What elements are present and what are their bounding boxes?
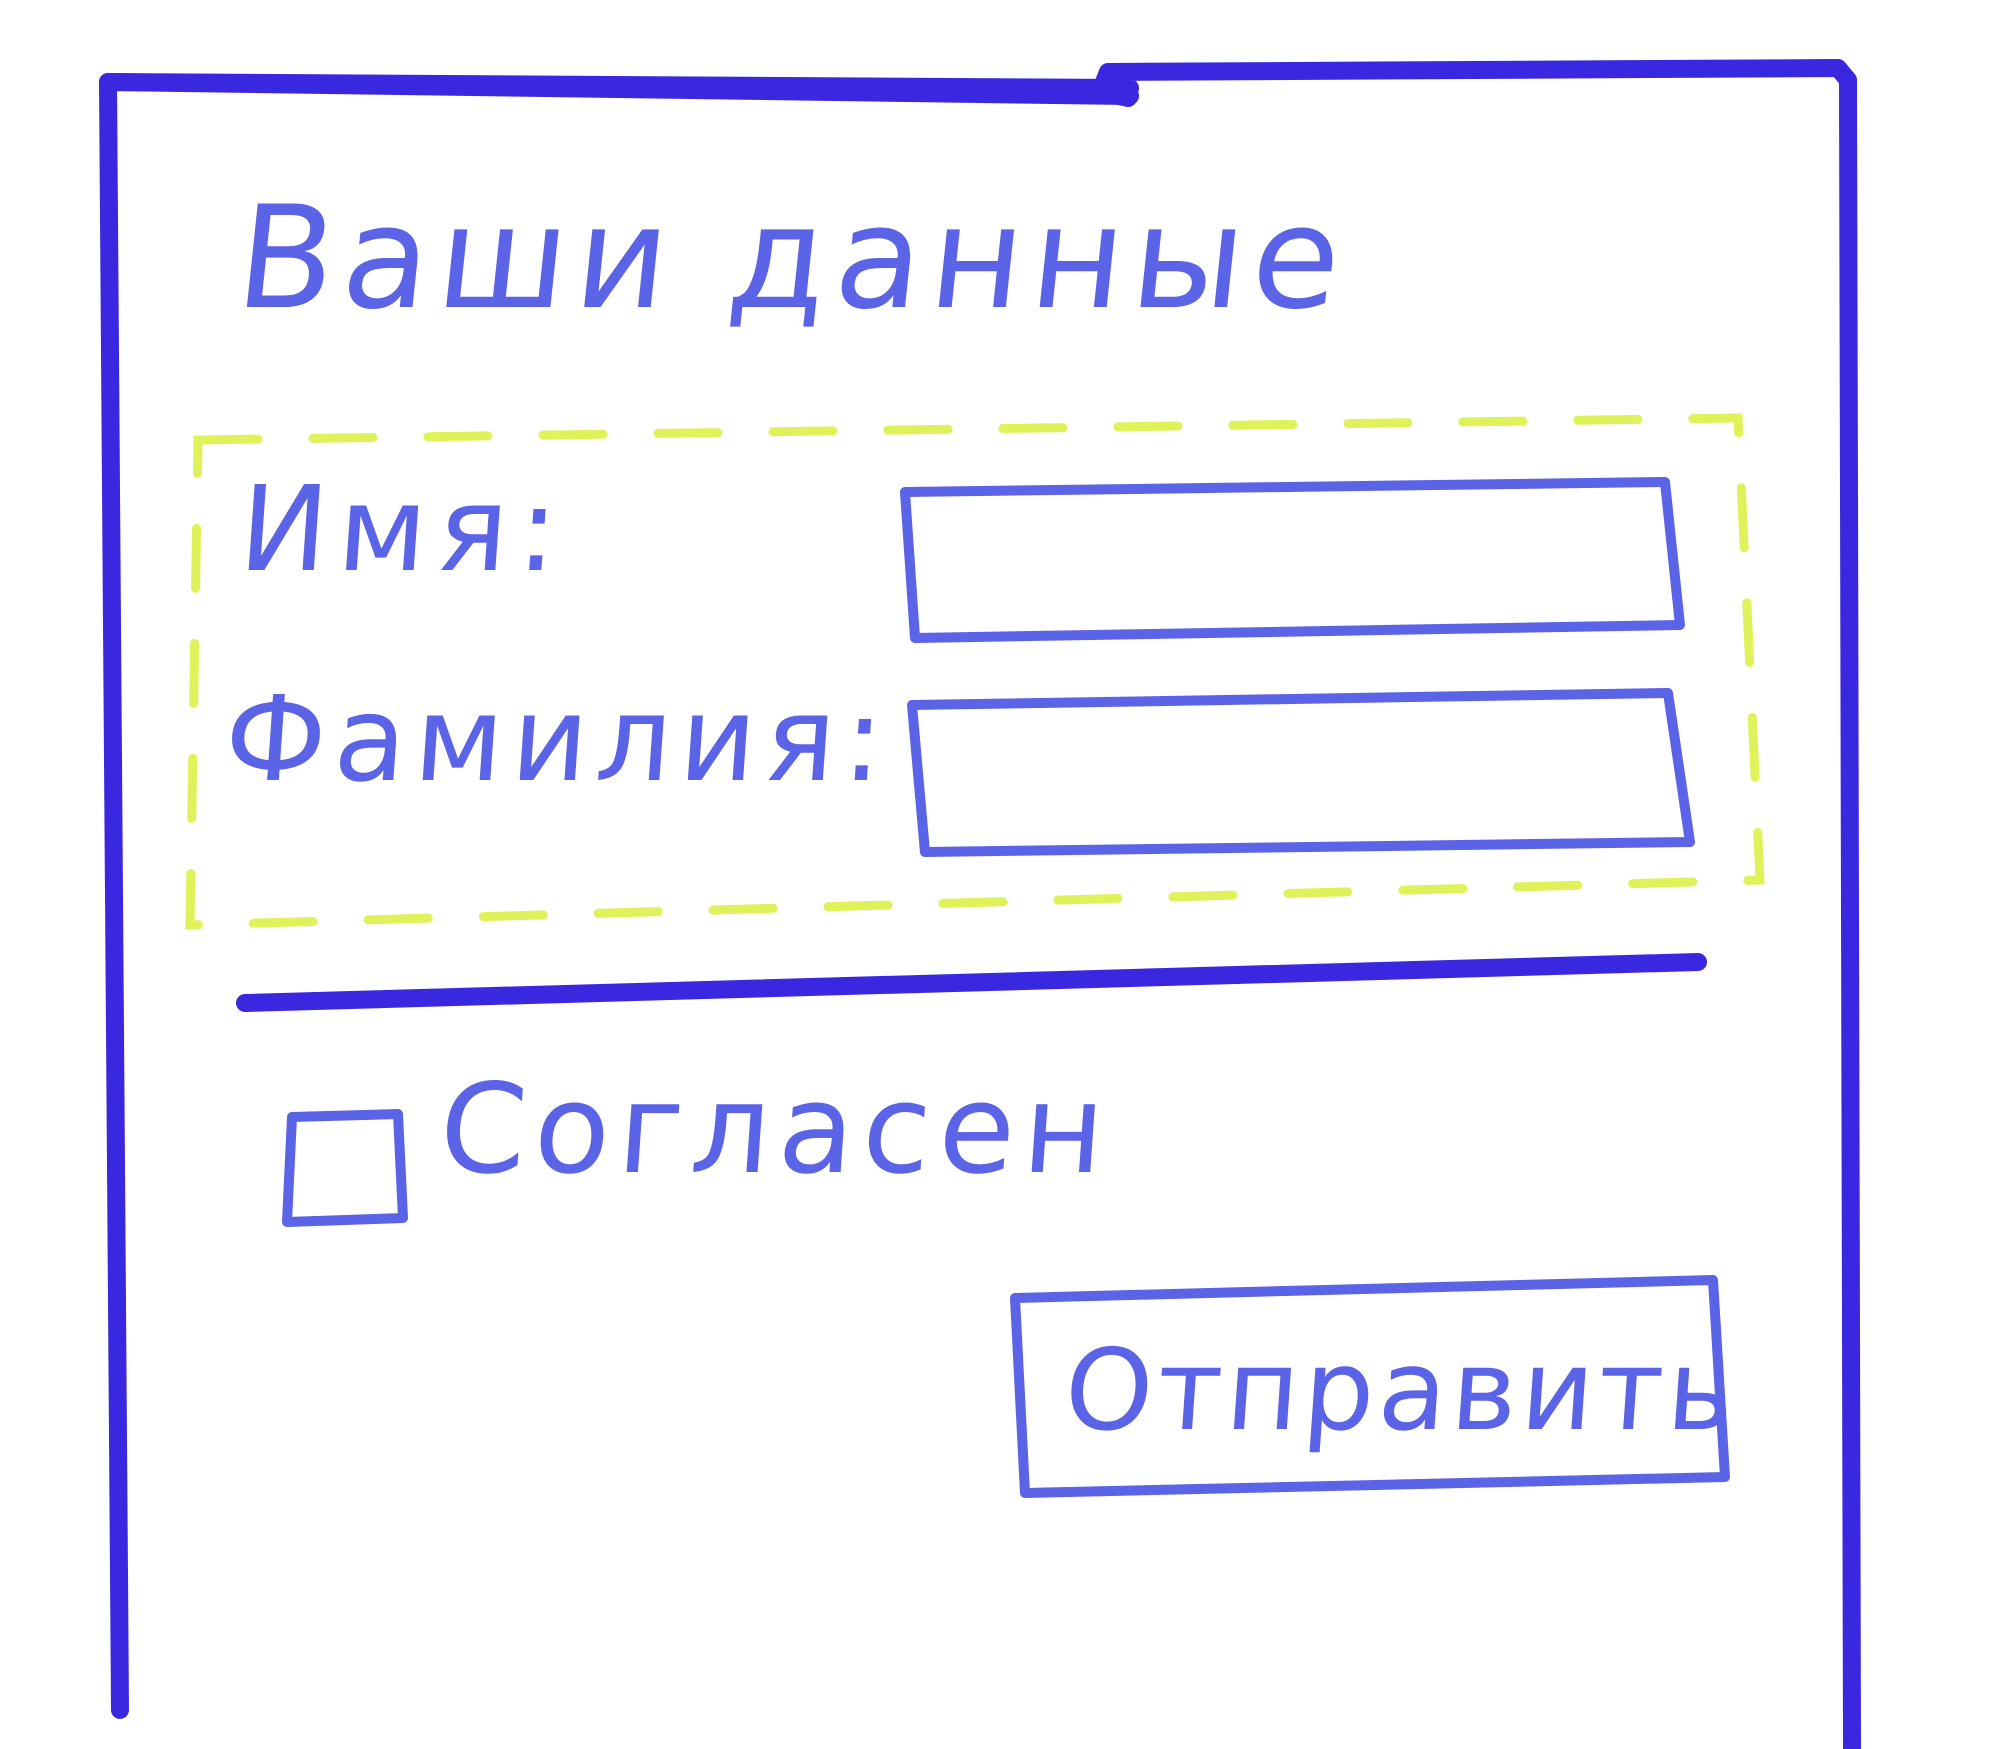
submit-button-label: Отправить — [1060, 1326, 1742, 1456]
agree-label: Согласен — [434, 1058, 1118, 1202]
form-title: Ваши данные — [229, 176, 1357, 341]
first-name-label: Имя: — [235, 460, 573, 598]
agree-checkbox[interactable] — [285, 1110, 405, 1225]
last-name-label: Фамилия: — [220, 670, 897, 808]
last-name-input[interactable] — [915, 700, 1685, 850]
first-name-input[interactable] — [905, 485, 1675, 625]
separator-line — [236, 953, 1707, 1012]
